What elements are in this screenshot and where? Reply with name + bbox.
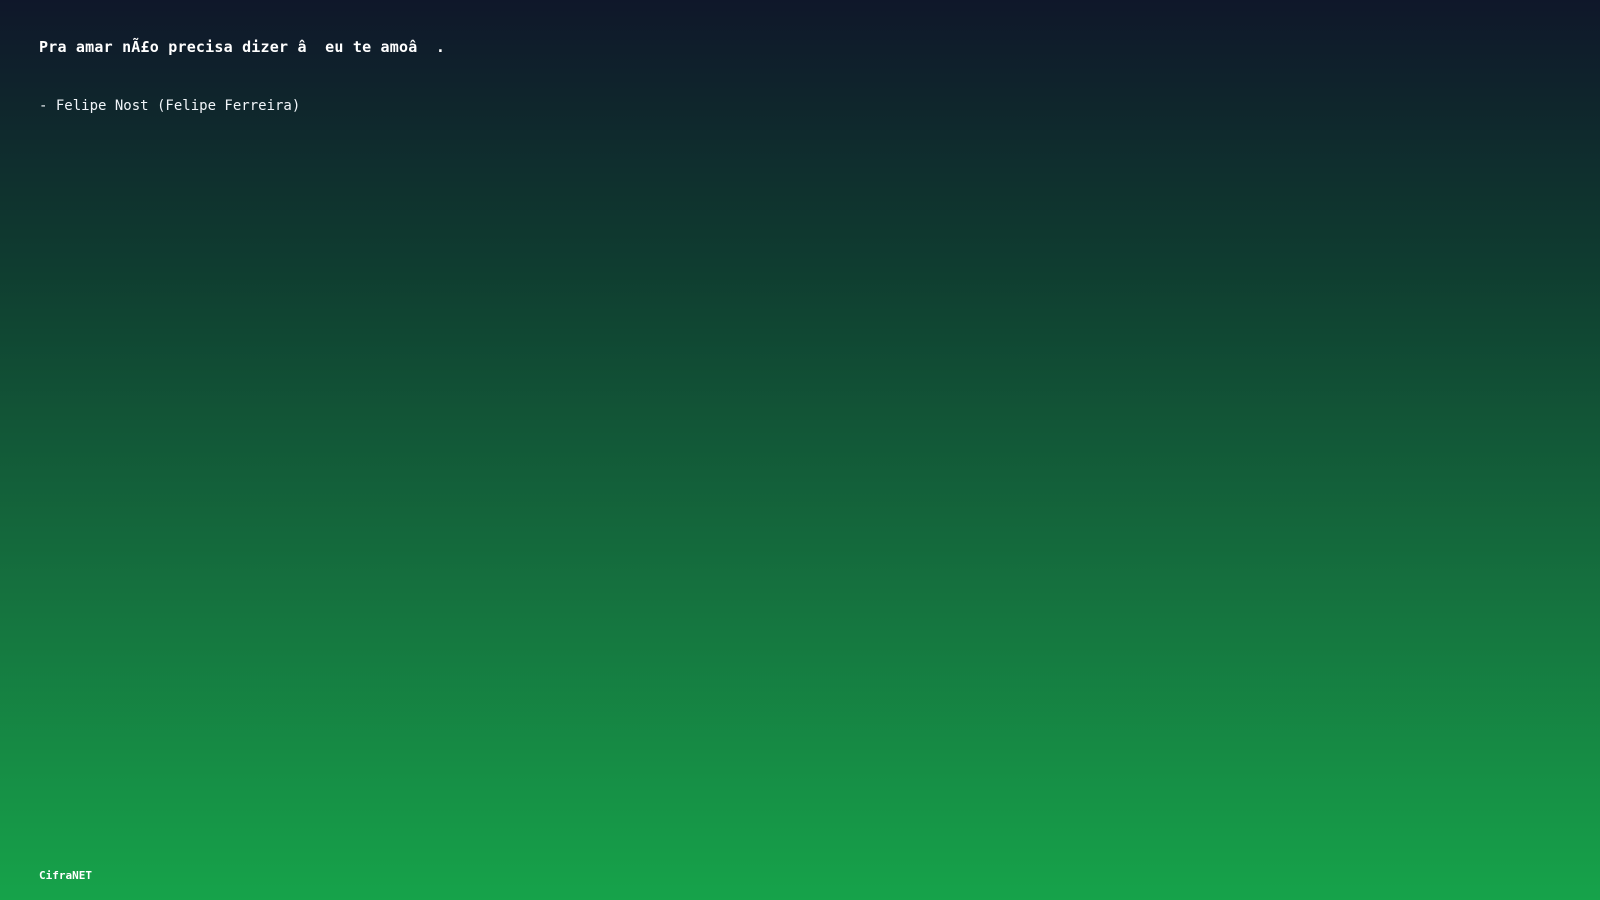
quote-author: - Felipe Nost (Felipe Ferreira) [39,98,301,114]
quote-text: Pra amar nÃ£o precisa dizer â eu te amoâ… [39,38,446,56]
brand-label: CifraNET [39,869,92,882]
